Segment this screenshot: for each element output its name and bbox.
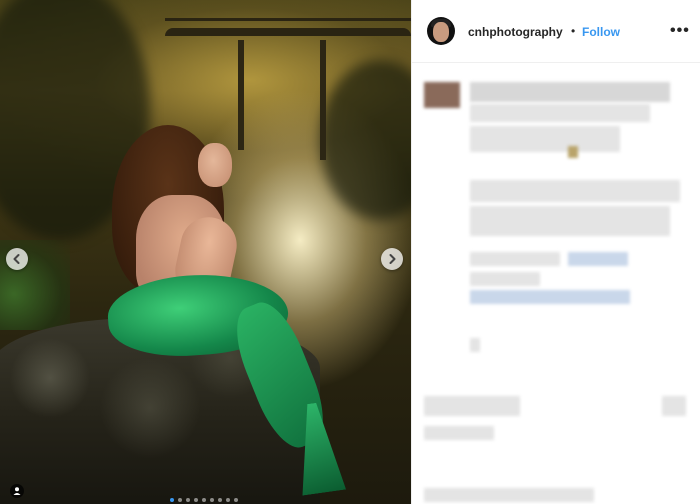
- caption-line-blurred: [470, 180, 680, 202]
- timestamp-blurred: [470, 338, 480, 352]
- carousel-dot[interactable]: [210, 498, 214, 502]
- carousel-dot[interactable]: [194, 498, 198, 502]
- avatar[interactable]: [427, 17, 455, 45]
- carousel-prev-button[interactable]: [6, 248, 28, 270]
- carousel-dot[interactable]: [202, 498, 206, 502]
- carousel-dot[interactable]: [170, 498, 174, 502]
- hashtag-blurred: [470, 252, 560, 266]
- carousel-dots: [170, 498, 238, 502]
- post-photo[interactable]: [0, 0, 411, 504]
- comment-icon-blurred: [662, 396, 686, 416]
- caption-line-blurred: [470, 82, 670, 102]
- bridge: [165, 18, 411, 48]
- caption-line-blurred: [470, 126, 620, 152]
- comment-line-blurred: [424, 396, 520, 416]
- comment-line-blurred: [424, 488, 594, 502]
- more-options-icon[interactable]: •••: [670, 22, 690, 40]
- carousel-dot[interactable]: [186, 498, 190, 502]
- hashtag-blurred: [470, 290, 630, 304]
- emoji-blurred: [568, 146, 578, 158]
- carousel-dot[interactable]: [234, 498, 238, 502]
- user-tag-icon: [13, 487, 21, 495]
- chevron-left-icon: [13, 254, 20, 264]
- caption-line-blurred: [470, 206, 670, 236]
- caption-line-blurred: [470, 104, 650, 122]
- carousel-dot[interactable]: [218, 498, 222, 502]
- hashtag-blurred: [470, 272, 540, 286]
- carousel-dot[interactable]: [178, 498, 182, 502]
- post-side-panel: cnhphotography • Follow •••: [411, 0, 700, 504]
- carousel-dot[interactable]: [226, 498, 230, 502]
- user-tag-button[interactable]: [10, 484, 24, 498]
- follow-button[interactable]: Follow: [582, 25, 620, 39]
- post-header: cnhphotography • Follow •••: [412, 0, 700, 63]
- chevron-right-icon: [389, 254, 396, 264]
- separator-dot: •: [571, 24, 576, 38]
- commenter-avatar-blurred: [424, 82, 460, 108]
- carousel-next-button[interactable]: [381, 248, 403, 270]
- mermaid-figure: [100, 125, 360, 504]
- username-link[interactable]: cnhphotography: [468, 25, 563, 39]
- comment-line-blurred: [424, 426, 494, 440]
- hashtag-blurred: [568, 252, 628, 266]
